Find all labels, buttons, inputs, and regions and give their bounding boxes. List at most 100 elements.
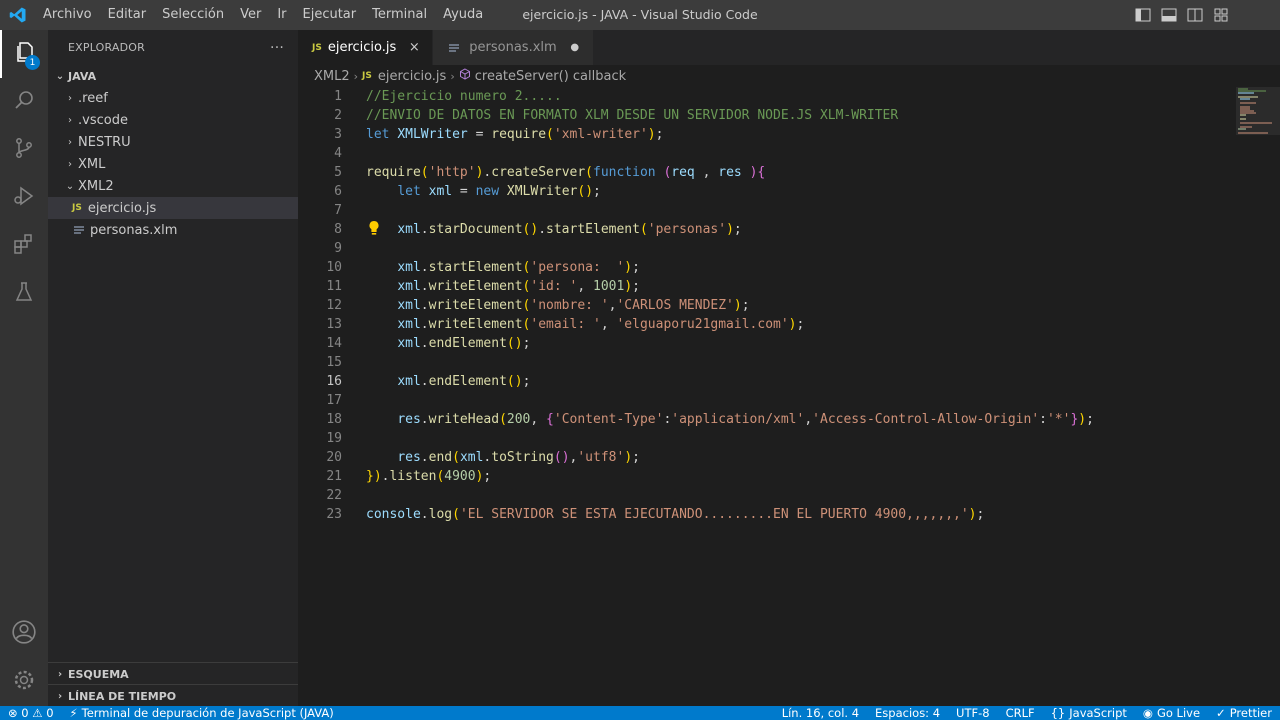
timeline-section[interactable]: › LÍNEA DE TIEMPO (48, 684, 298, 707)
menu-ver[interactable]: Ver (232, 0, 269, 30)
accounts-activity[interactable] (0, 610, 48, 658)
customize-layout-icon[interactable] (1212, 7, 1230, 23)
explorer-header: EXPLORADOR ··· (48, 30, 298, 65)
tree-folder-xml2[interactable]: ⌄ XML2 (48, 175, 298, 197)
code-line[interactable]: 3 let XMLWriter = require('xml-writer'); (298, 125, 1228, 144)
outline-section[interactable]: › ESQUEMA (48, 662, 298, 685)
indentation[interactable]: Espacios: 4 (867, 706, 948, 720)
code-line[interactable]: 23 console.log('EL SERVIDOR SE ESTA EJECU… (298, 505, 1228, 524)
layout-controls (1134, 0, 1230, 30)
extensions-icon (12, 232, 36, 260)
javascript-file-icon: JS (72, 203, 82, 213)
code-line[interactable]: 4 (298, 144, 1228, 163)
explorer-activity[interactable]: 1 (0, 30, 48, 78)
chevron-down-icon: ⌄ (55, 70, 65, 82)
debug-terminal-indicator[interactable]: ⚡ Terminal de depuración de JavaScript (… (62, 706, 342, 720)
code-line[interactable]: 12 xml.writeElement('nombre: ','CARLOS M… (298, 296, 1228, 315)
folder-label: NESTRU (78, 134, 131, 150)
unsaved-dot-icon[interactable]: ● (567, 42, 583, 53)
extensions-activity[interactable] (0, 222, 48, 270)
menu-ir[interactable]: Ir (269, 0, 294, 30)
menu-editar[interactable]: Editar (100, 0, 155, 30)
code-text: //Ejercicio numero 2..... (366, 89, 562, 104)
breadcrumb-symbol[interactable]: createServer() callback (475, 69, 626, 84)
chevron-right-icon: › (68, 92, 72, 104)
tree-folder-xml[interactable]: › XML (48, 153, 298, 175)
minimap[interactable] (1236, 87, 1280, 706)
manage-activity[interactable] (0, 658, 48, 706)
code-line[interactable]: 10 xml.startElement('persona: '); (298, 258, 1228, 277)
source-control-activity[interactable] (0, 126, 48, 174)
line-number: 11 (326, 279, 342, 294)
menu-seleccion[interactable]: Selección (154, 0, 232, 30)
code-line[interactable]: 20 res.end(xml.toString(),'utf8'); (298, 448, 1228, 467)
encoding[interactable]: UTF-8 (948, 706, 998, 720)
code-line[interactable]: 7 (298, 201, 1228, 220)
code-line[interactable]: 17 (298, 391, 1228, 410)
braces-icon: {} (1050, 706, 1066, 720)
code-line[interactable]: 5 require('http').createServer(function (… (298, 163, 1228, 182)
prettier-status[interactable]: ✓ Prettier (1208, 706, 1280, 720)
tab-label: personas.xlm (469, 40, 557, 55)
gear-icon (12, 668, 36, 696)
flask-icon (12, 280, 36, 308)
chevron-right-icon: › (57, 690, 63, 702)
tree-folder-nestru[interactable]: › NESTRU (48, 131, 298, 153)
tree-file-ejercicio-js[interactable]: JS ejercicio.js (48, 197, 298, 219)
toggle-secondary-sidebar-icon[interactable] (1186, 7, 1204, 23)
explorer-sidebar: EXPLORADOR ··· ⌄ JAVA › .reef › .vscode … (48, 30, 298, 706)
line-number: 16 (326, 374, 342, 389)
code-line[interactable]: 11 xml.writeElement('id: ', 1001); (298, 277, 1228, 296)
run-debug-activity[interactable] (0, 174, 48, 222)
code-text: xml.starDocument().startElement('persona… (397, 222, 742, 237)
code-line[interactable]: 18 res.writeHead(200, {'Content-Type':'a… (298, 410, 1228, 429)
go-live-label: Go Live (1156, 706, 1201, 720)
workspace-root[interactable]: ⌄ JAVA (48, 65, 298, 87)
line-number: 6 (334, 184, 342, 199)
code-line[interactable]: 16 xml.endElement(); (298, 372, 1228, 391)
code-line[interactable]: 15 (298, 353, 1228, 372)
account-icon (11, 619, 37, 649)
folder-label: XML (78, 156, 106, 172)
tab-ejercicio-js[interactable]: JS ejercicio.js × (298, 30, 434, 65)
code-line[interactable]: 6 let xml = new XMLWriter(); (298, 182, 1228, 201)
code-line[interactable]: 13 xml.writeElement('email: ', 'elguapor… (298, 315, 1228, 334)
problems-indicator[interactable]: ⊗ 0 ⚠ 0 (0, 706, 62, 720)
testing-activity[interactable] (0, 270, 48, 318)
menu-ayuda[interactable]: Ayuda (435, 0, 491, 30)
code-line[interactable]: 2 //ENVIO DE DATOS EN FORMATO XLM DESDE U… (298, 106, 1228, 125)
language-mode[interactable]: {} JavaScript (1043, 706, 1135, 720)
end-of-line[interactable]: CRLF (998, 706, 1043, 720)
line-number: 5 (334, 165, 342, 180)
cursor-position[interactable]: Lín. 16, col. 4 (774, 706, 867, 720)
code-line[interactable]: 9 (298, 239, 1228, 258)
code-line[interactable]: 14 xml.endElement(); (298, 334, 1228, 353)
search-icon (12, 88, 36, 116)
breadcrumb-file[interactable]: ejercicio.js (378, 69, 446, 84)
go-live-button[interactable]: ◉ Go Live (1135, 706, 1208, 720)
tree-folder-reef[interactable]: › .reef (48, 87, 298, 109)
code-editor[interactable]: 1 //Ejercicio numero 2..... 2 //ENVIO DE DA… (298, 87, 1280, 706)
search-activity[interactable] (0, 78, 48, 126)
close-icon[interactable]: × (406, 40, 422, 55)
code-line[interactable]: 19 (298, 429, 1228, 448)
menu-ejecutar[interactable]: Ejecutar (295, 0, 365, 30)
menu-terminal[interactable]: Terminal (364, 0, 435, 30)
cube-icon (459, 68, 471, 84)
more-actions-icon[interactable]: ··· (270, 40, 284, 56)
chevron-right-icon: › (68, 136, 72, 148)
debug-terminal-label: Terminal de depuración de JavaScript (JA… (81, 706, 334, 720)
breadcrumb-folder[interactable]: XML2 (314, 69, 350, 84)
tab-personas-xlm[interactable]: personas.xlm ● (433, 30, 594, 65)
code-line[interactable]: 8 xml.starDocument().startElement('perso… (298, 220, 1228, 239)
code-line[interactable]: 21}).listen(4900); (298, 467, 1228, 486)
toggle-sidebar-icon[interactable] (1134, 7, 1152, 23)
code-line[interactable]: 22 (298, 486, 1228, 505)
line-number: 3 (334, 127, 342, 142)
tree-file-personas-xlm[interactable]: personas.xlm (48, 219, 298, 241)
toggle-panel-icon[interactable] (1160, 7, 1178, 23)
code-line[interactable]: 1 //Ejercicio numero 2..... (298, 87, 1228, 106)
menu-archivo[interactable]: Archivo (35, 0, 100, 30)
chevron-right-icon: › (68, 158, 72, 170)
tree-folder-vscode[interactable]: › .vscode (48, 109, 298, 131)
